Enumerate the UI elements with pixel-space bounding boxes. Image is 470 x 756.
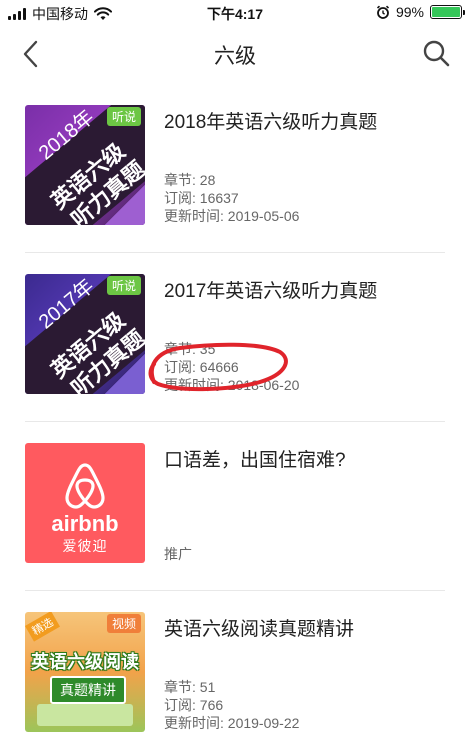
chapter-count: 章节: 51 bbox=[164, 679, 216, 695]
updated-time: 更新时间: 2019-09-22 bbox=[164, 715, 300, 731]
search-icon[interactable] bbox=[420, 37, 452, 69]
list-item[interactable]: airbnb 爱彼迎 口语差，出国住宿难? 推广 bbox=[0, 422, 470, 591]
battery-percent: 99% bbox=[395, 4, 424, 20]
page-title: 六级 bbox=[214, 45, 256, 68]
subscriber-count: 订阅: 64666 bbox=[164, 359, 239, 375]
promo-label: 推广 bbox=[164, 546, 192, 562]
course-cover[interactable]: 2018年 英语六级 听力真题 听说 bbox=[25, 105, 145, 225]
ad-cover[interactable]: airbnb 爱彼迎 bbox=[25, 443, 145, 563]
cover-tag: 听说 bbox=[106, 107, 141, 126]
cover-tag-right: 视频 bbox=[106, 614, 141, 633]
item-meta: 推广 bbox=[164, 545, 192, 563]
item-meta: 章节: 51 订阅: 766 更新时间: 2019-09-22 bbox=[164, 678, 299, 732]
updated-time: 更新时间: 2018-06-20 bbox=[164, 377, 300, 393]
item-title[interactable]: 2017年英语六级听力真题 bbox=[164, 276, 377, 303]
cover-line1: 英语六级阅读 bbox=[31, 652, 139, 672]
item-title[interactable]: 2018年英语六级听力真题 bbox=[164, 107, 377, 134]
item-meta: 章节: 28 订阅: 16637 更新时间: 2019-05-06 bbox=[164, 171, 299, 225]
item-meta: 章节: 35 订阅: 64666 更新时间: 2018-06-20 bbox=[164, 340, 299, 394]
alarm-icon bbox=[376, 5, 390, 19]
updated-time: 更新时间: 2019-05-06 bbox=[164, 208, 300, 224]
cover-tag: 听说 bbox=[106, 276, 141, 295]
subscriber-count: 订阅: 766 bbox=[164, 697, 224, 713]
cover-line2: 真题精讲 bbox=[50, 676, 126, 704]
subscriber-count: 订阅: 16637 bbox=[164, 190, 239, 206]
cover-corner bbox=[105, 185, 145, 225]
status-bar: 中国移动 下午4:17 99% bbox=[0, 0, 470, 26]
status-right: 99% bbox=[376, 4, 465, 20]
list-item[interactable]: 精选 视频 英语六级阅读 真题精讲 英语六级阅读真题精讲 章节: 51 订阅: … bbox=[0, 591, 470, 756]
airbnb-logo-icon bbox=[65, 463, 105, 509]
books-illustration bbox=[37, 704, 133, 726]
item-title[interactable]: 英语六级阅读真题精讲 bbox=[164, 614, 354, 641]
list-item[interactable]: 2018年 英语六级 听力真题 听说 2018年英语六级听力真题 章节: 28 … bbox=[0, 84, 470, 253]
cover-corner bbox=[105, 354, 145, 394]
item-title[interactable]: 口语差，出国住宿难? bbox=[164, 445, 346, 472]
chapter-count: 章节: 28 bbox=[164, 172, 216, 188]
course-cover[interactable]: 2017年 英语六级 听力真题 听说 bbox=[25, 274, 145, 394]
course-cover[interactable]: 精选 视频 英语六级阅读 真题精讲 bbox=[25, 612, 145, 732]
chapter-count: 章节: 35 bbox=[164, 341, 216, 357]
list-item[interactable]: 2017年 英语六级 听力真题 听说 2017年英语六级听力真题 章节: 35 … bbox=[0, 253, 470, 422]
battery-icon bbox=[430, 5, 465, 19]
airbnb-cn-name: 爱彼迎 bbox=[62, 538, 108, 554]
nav-bar: 六级 bbox=[0, 26, 470, 84]
cover-tag-left: 精选 bbox=[25, 612, 60, 642]
airbnb-wordmark: airbnb bbox=[51, 511, 119, 536]
battery-fill bbox=[432, 7, 460, 17]
course-list: 2018年 英语六级 听力真题 听说 2018年英语六级听力真题 章节: 28 … bbox=[0, 84, 470, 756]
